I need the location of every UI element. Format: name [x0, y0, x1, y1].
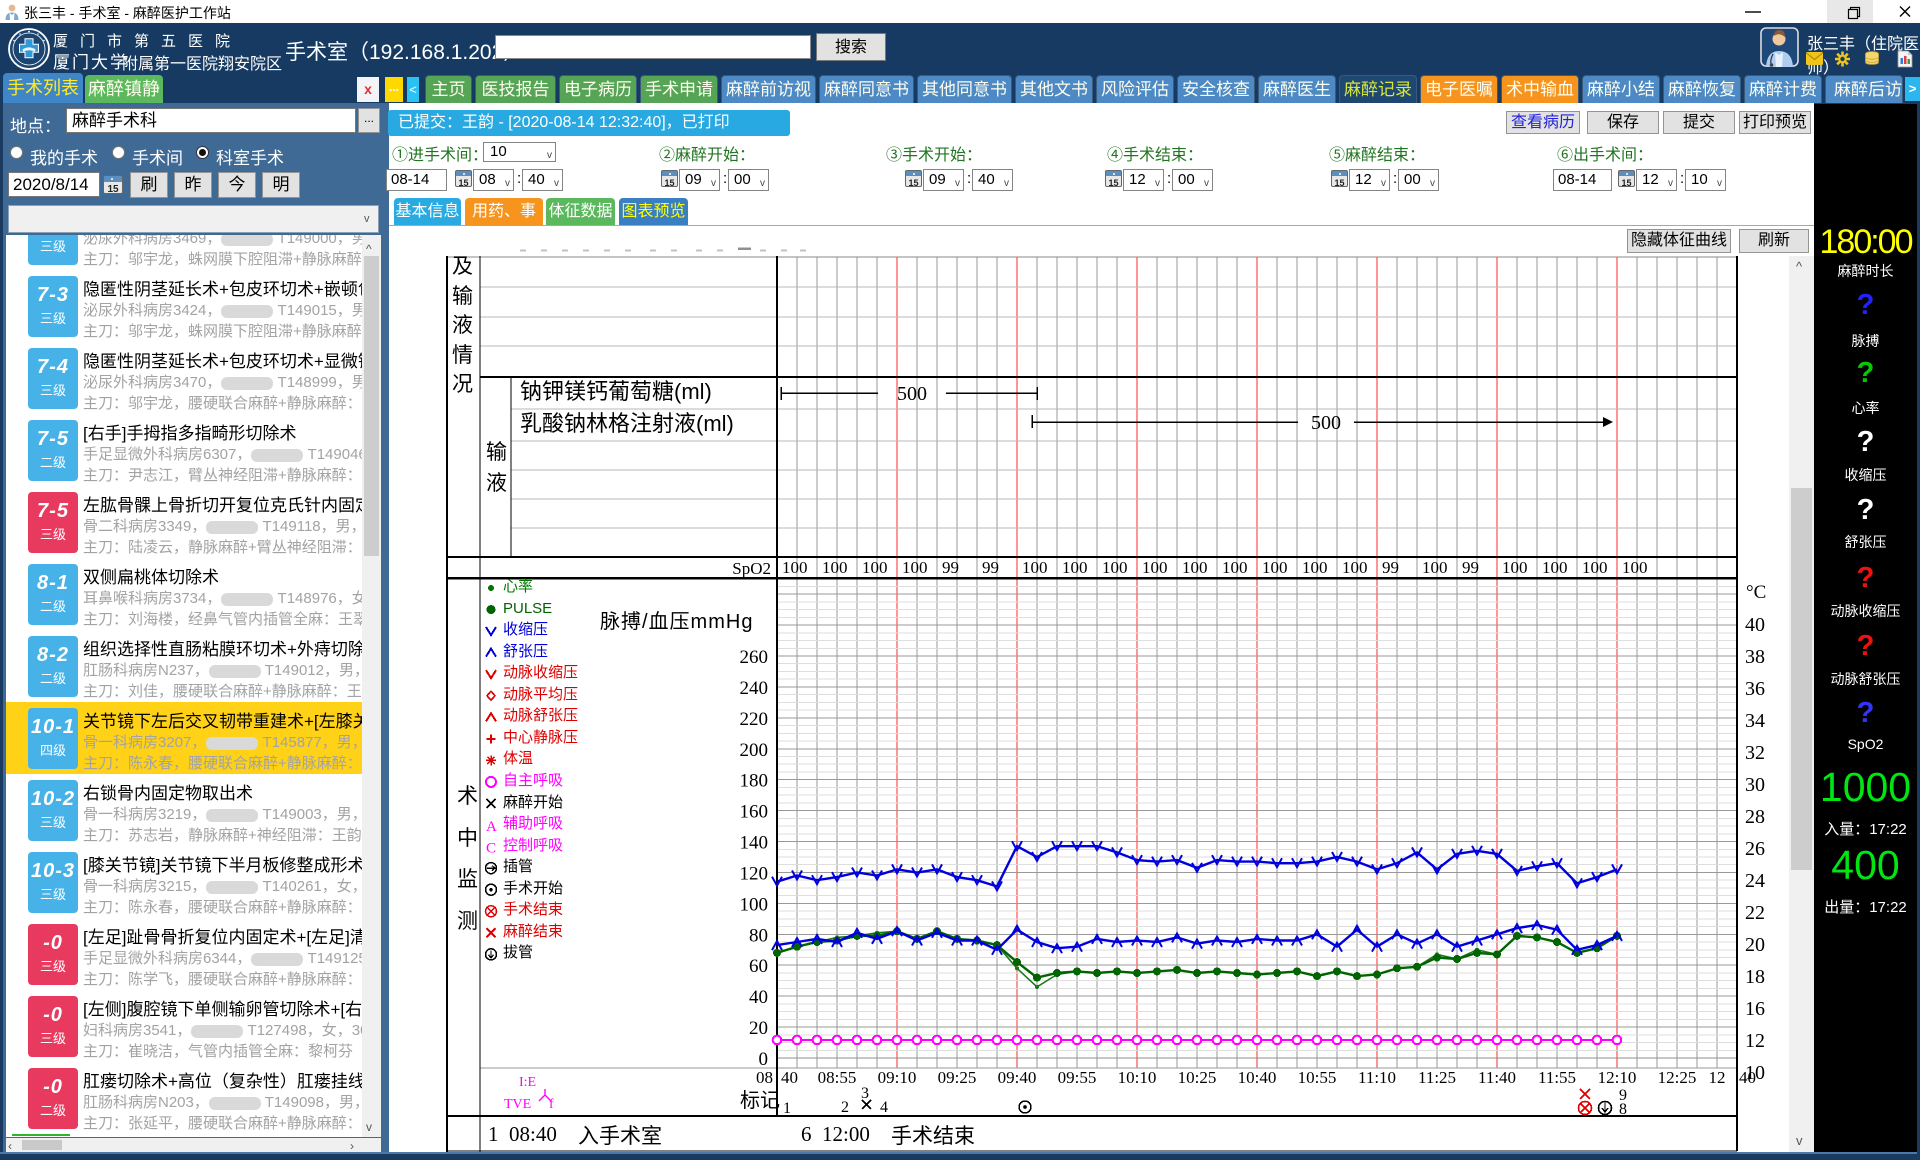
svg-text:200: 200	[740, 740, 769, 761]
svg-text:100: 100	[1022, 558, 1048, 577]
svg-text:C: C	[486, 841, 496, 857]
svg-text:220: 220	[740, 709, 769, 730]
svg-text:12: 12	[1709, 1068, 1726, 1087]
svg-text:40: 40	[781, 1068, 798, 1087]
svg-text:100: 100	[1342, 558, 1368, 577]
svg-text:99: 99	[1382, 558, 1399, 577]
svg-text:TVE: TVE	[504, 1097, 531, 1112]
svg-text:100: 100	[1222, 558, 1248, 577]
svg-text:20: 20	[749, 1018, 768, 1039]
svg-text:30: 30	[1745, 774, 1765, 796]
svg-text:4: 4	[880, 1099, 888, 1116]
svg-text:99: 99	[1462, 558, 1479, 577]
svg-text:28: 28	[1745, 806, 1765, 828]
svg-text:40: 40	[749, 987, 768, 1008]
svg-text:20: 20	[1745, 934, 1765, 956]
svg-text:100: 100	[1542, 558, 1568, 577]
svg-text:40: 40	[1745, 614, 1765, 636]
svg-text:10:25: 10:25	[1178, 1068, 1217, 1087]
svg-text:100: 100	[1622, 558, 1648, 577]
svg-text:140: 140	[740, 833, 769, 854]
svg-text:6 12:00: 6 12:00	[801, 1122, 870, 1146]
svg-text:160: 160	[740, 802, 769, 823]
svg-text:I:E: I:E	[519, 1075, 536, 1090]
svg-text:100: 100	[1062, 558, 1088, 577]
svg-text:2: 2	[841, 1099, 849, 1116]
svg-text:24: 24	[1745, 870, 1765, 892]
svg-text:34: 34	[1745, 710, 1765, 732]
svg-text:36: 36	[1745, 678, 1765, 700]
svg-text:100: 100	[1102, 558, 1128, 577]
svg-text:240: 240	[740, 678, 769, 699]
svg-text:26: 26	[1745, 838, 1765, 860]
svg-text:260: 260	[740, 647, 769, 668]
svg-text:100: 100	[1582, 558, 1608, 577]
svg-text:11:10: 11:10	[1358, 1068, 1396, 1087]
svg-text:38: 38	[1745, 646, 1765, 668]
svg-text:99: 99	[942, 558, 959, 577]
svg-text:09:10: 09:10	[878, 1068, 917, 1087]
svg-text:120: 120	[740, 863, 769, 884]
svg-text:180: 180	[740, 771, 769, 792]
svg-text:1: 1	[783, 1100, 791, 1117]
svg-text:100: 100	[1422, 558, 1448, 577]
svg-text:08: 08	[756, 1068, 773, 1087]
svg-text:SpO2: SpO2	[732, 559, 771, 578]
svg-text:100: 100	[862, 558, 888, 577]
svg-text:500: 500	[1311, 412, 1341, 434]
svg-text:32: 32	[1745, 742, 1765, 764]
svg-text:°C: °C	[1746, 582, 1766, 603]
svg-text:16: 16	[1745, 998, 1765, 1020]
svg-text:100: 100	[1502, 558, 1528, 577]
svg-text:100: 100	[1182, 558, 1208, 577]
svg-text:100: 100	[1302, 558, 1328, 577]
svg-text:100: 100	[902, 558, 928, 577]
svg-text:100: 100	[782, 558, 808, 577]
svg-text:09:25: 09:25	[938, 1068, 977, 1087]
svg-text:12:10: 12:10	[1598, 1068, 1637, 1087]
svg-text:500: 500	[897, 383, 927, 405]
svg-text:100: 100	[1262, 558, 1288, 577]
svg-text:99: 99	[982, 558, 999, 577]
svg-text:10:40: 10:40	[1238, 1068, 1277, 1087]
svg-text:22: 22	[1745, 902, 1765, 924]
svg-text:3: 3	[861, 1085, 869, 1102]
svg-text:60: 60	[749, 956, 768, 977]
svg-text:11:40: 11:40	[1478, 1068, 1516, 1087]
svg-text:100: 100	[740, 894, 769, 915]
svg-text:11:25: 11:25	[1418, 1068, 1456, 1087]
svg-text:40: 40	[1739, 1068, 1756, 1087]
svg-text:80: 80	[749, 925, 768, 946]
svg-text:11:55: 11:55	[1538, 1068, 1576, 1087]
svg-text:100: 100	[1142, 558, 1168, 577]
svg-text:12: 12	[1745, 1030, 1765, 1052]
svg-text:A: A	[486, 819, 497, 835]
svg-text:08:55: 08:55	[818, 1068, 857, 1087]
svg-text:8: 8	[1619, 1101, 1627, 1118]
svg-text:1 08:40: 1 08:40	[488, 1122, 557, 1146]
svg-text:09:55: 09:55	[1058, 1068, 1097, 1087]
svg-text:12:25: 12:25	[1658, 1068, 1697, 1087]
svg-text:0: 0	[759, 1049, 769, 1070]
svg-text:10:10: 10:10	[1118, 1068, 1157, 1087]
svg-text:09:40: 09:40	[998, 1068, 1037, 1087]
svg-text:10:55: 10:55	[1298, 1068, 1337, 1087]
svg-text:100: 100	[822, 558, 848, 577]
svg-text:18: 18	[1745, 966, 1765, 988]
